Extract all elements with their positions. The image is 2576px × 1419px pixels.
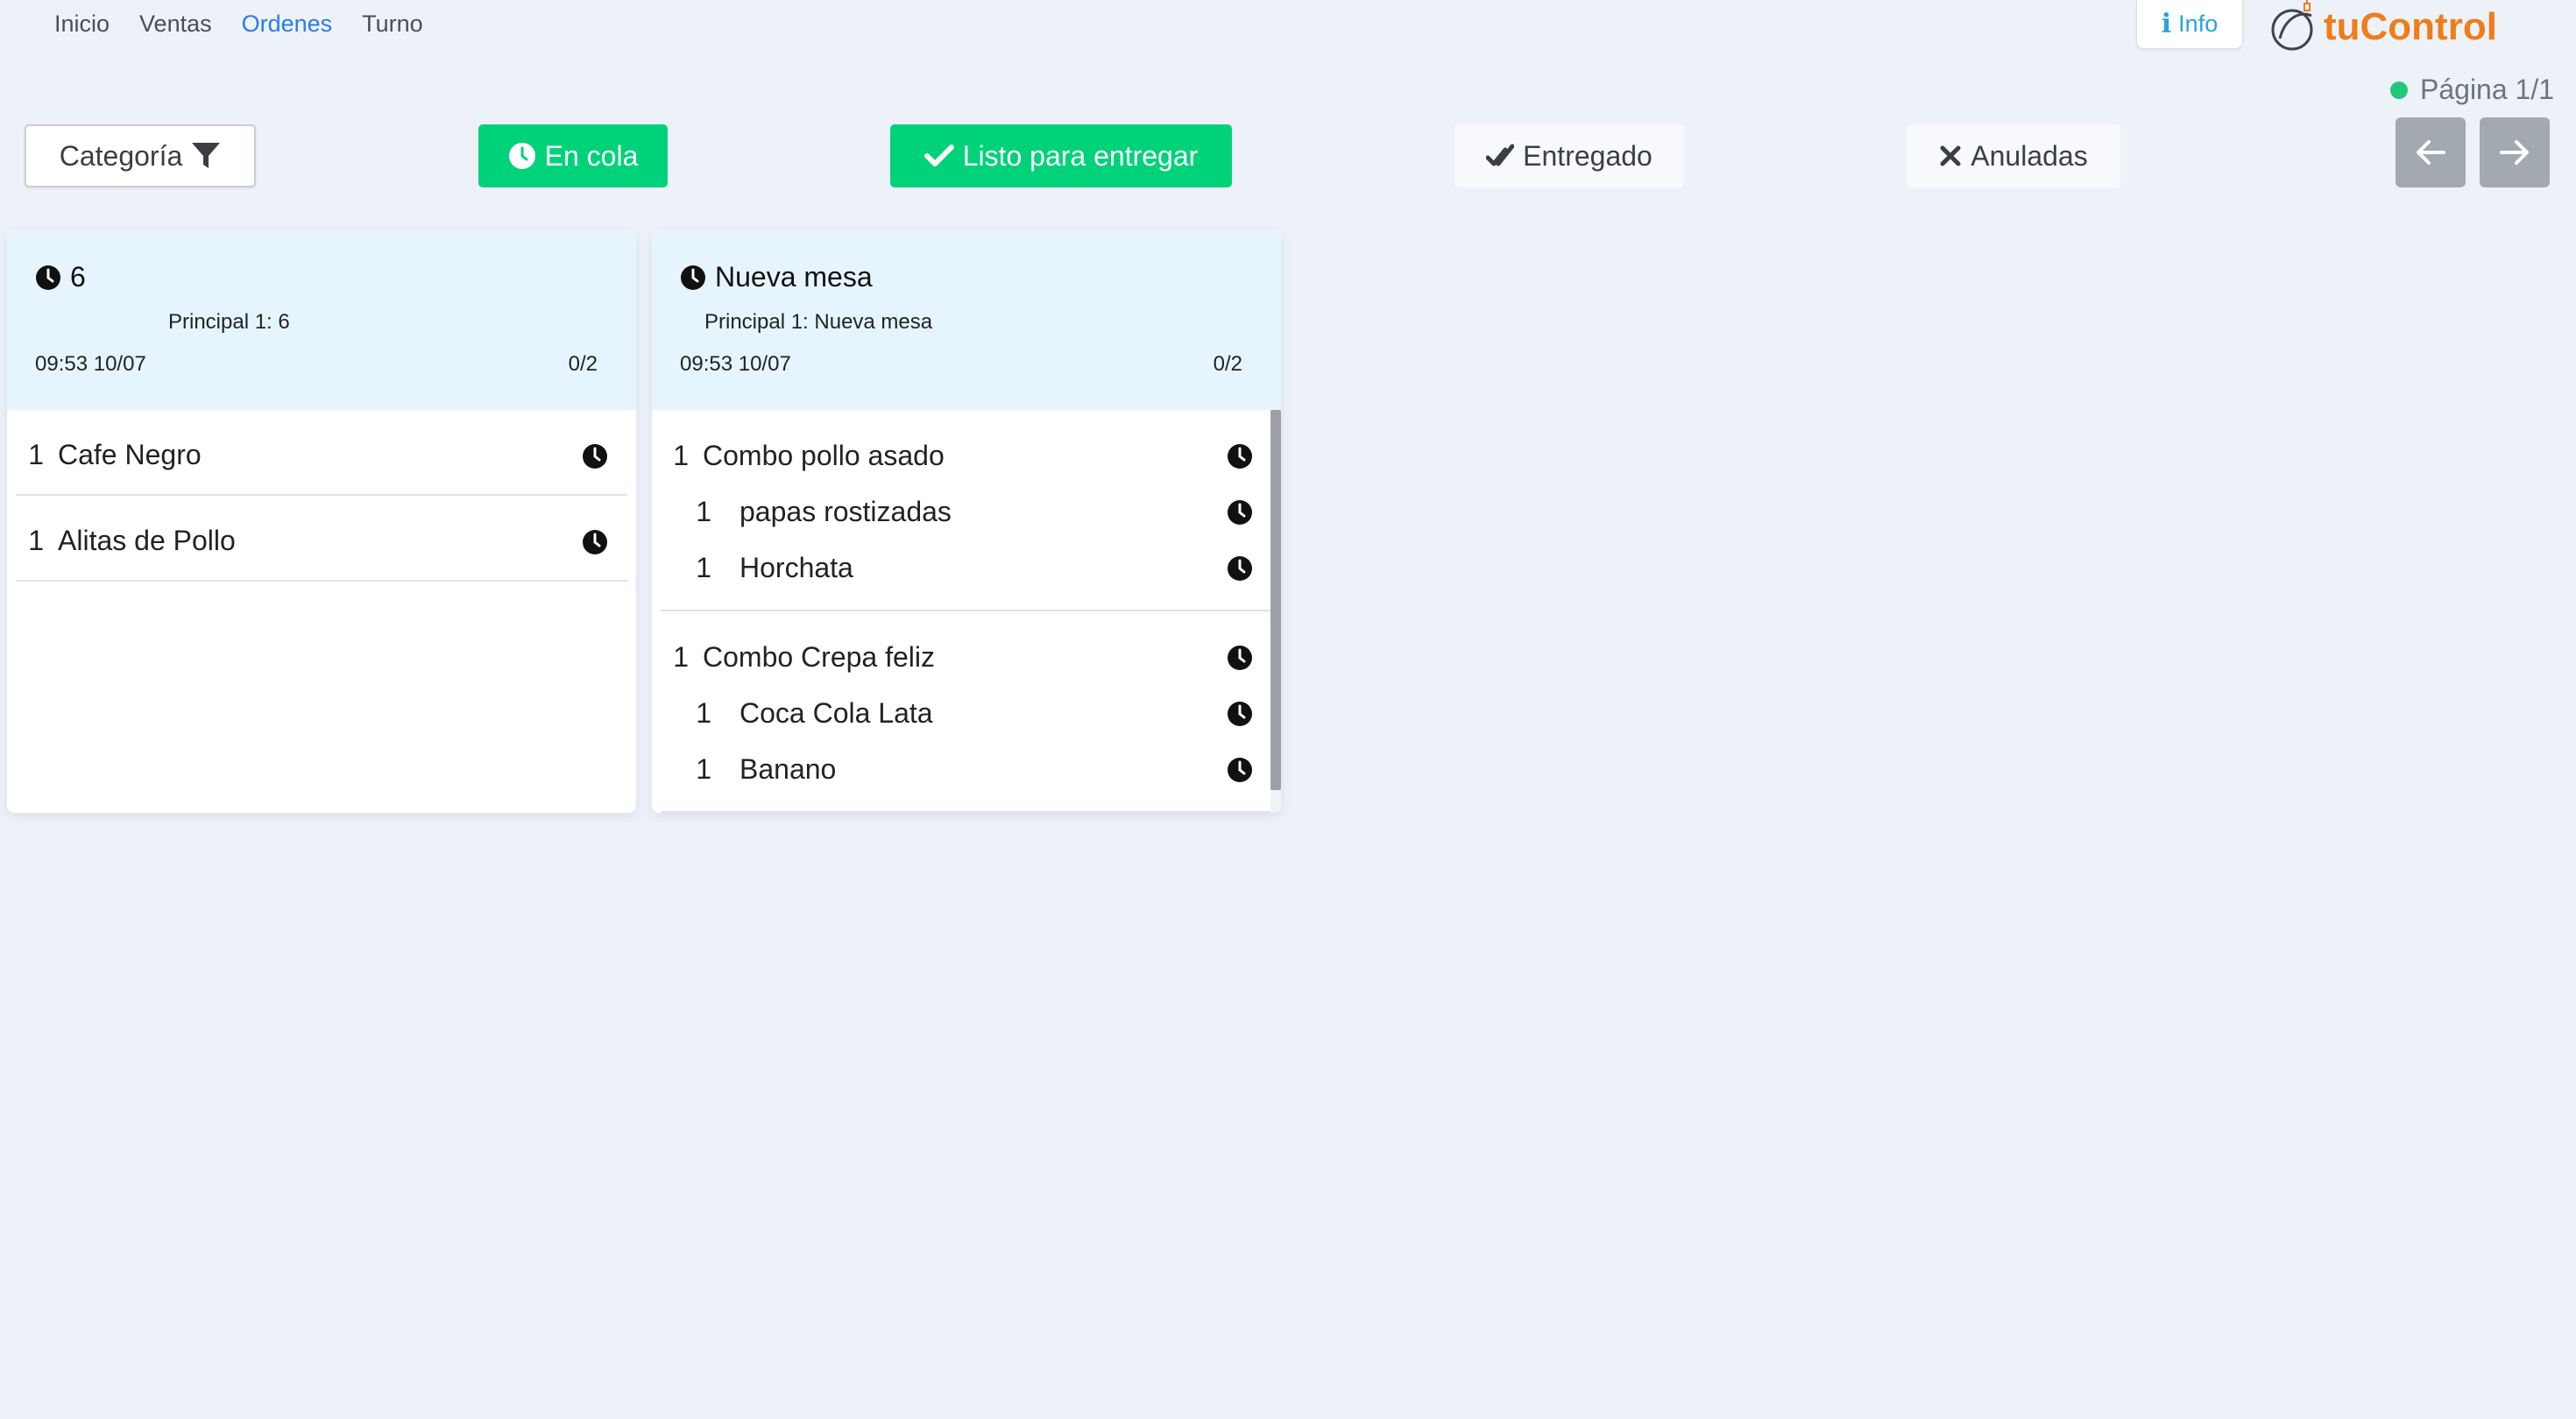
info-icon: i: [2161, 9, 2172, 39]
order-time: 09:53 10/07: [35, 352, 146, 376]
item-group: 1 Combo pollo asado 1 papas rostizadas 1…: [661, 410, 1272, 611]
logo: tuControl: [2266, 0, 2520, 54]
info-label: Info: [2178, 11, 2219, 37]
item-group: 1 Alitas de Pollo: [16, 496, 627, 582]
order-subitem[interactable]: 1 Coca Cola Lata: [661, 685, 1272, 741]
top-nav: Inicio Ventas Ordenes Turno: [54, 9, 423, 39]
order-item[interactable]: 1 Cafe Negro: [16, 427, 627, 482]
order-progress: 0/2: [568, 352, 598, 376]
item-name: Cafe Negro: [58, 438, 202, 470]
order-title: 6: [35, 261, 86, 293]
order-item[interactable]: 1 Combo Crepa feliz: [661, 629, 1272, 685]
logo-text: tuControl: [2324, 5, 2497, 48]
logo-mark-icon: [2271, 0, 2313, 51]
voided-tab-button[interactable]: Anuladas: [1907, 124, 2120, 187]
order-title-text: Nueva mesa: [715, 261, 873, 293]
status-dot: [2390, 81, 2408, 99]
ready-tab-button[interactable]: Listo para entregar: [890, 124, 1232, 187]
clock-icon: [583, 444, 607, 469]
order-subtitle: Principal 1: 6: [168, 310, 290, 334]
order-title-text: 6: [70, 261, 86, 293]
page-label: Página 1/1: [2420, 74, 2555, 105]
item-name: Banano: [740, 752, 837, 785]
double-check-icon: [1486, 144, 1515, 166]
item-name: Alitas de Pollo: [58, 524, 236, 556]
item-qty: 1: [28, 524, 44, 556]
item-qty: 1: [696, 551, 711, 583]
order-card-header: 6 Principal 1: 6 09:53 10/07 0/2: [7, 229, 636, 410]
nav-inicio[interactable]: Inicio: [54, 9, 110, 39]
queue-tab-button[interactable]: En cola: [478, 124, 668, 187]
item-qty: 1: [673, 439, 689, 471]
item-name: Horchata: [740, 551, 853, 583]
item-name: Coca Cola Lata: [740, 696, 933, 729]
voided-label: Anuladas: [1971, 139, 2088, 172]
order-time: 09:53 10/07: [680, 352, 791, 376]
prev-page-button[interactable]: [2396, 117, 2466, 187]
close-icon: [1940, 145, 1961, 166]
item-group: 1 Combo Crepa feliz 1 Coca Cola Lata 1 B…: [661, 611, 1272, 813]
delivered-tab-button[interactable]: Entregado: [1454, 124, 1684, 187]
item-group: 1 Cafe Negro: [16, 410, 627, 496]
order-subitem[interactable]: 1 Banano: [661, 741, 1272, 797]
item-qty: 1: [696, 752, 711, 785]
clock-icon: [1228, 646, 1252, 670]
queue-label: En cola: [544, 139, 639, 172]
clock-icon: [36, 265, 60, 290]
item-name: papas rostizadas: [740, 495, 952, 527]
page-indicator: Página 1/1: [2390, 74, 2554, 106]
nav-ordenes[interactable]: Ordenes: [242, 9, 333, 39]
order-items: 1 Combo pollo asado 1 papas rostizadas 1…: [652, 410, 1281, 813]
clock-icon: [583, 530, 607, 554]
delivered-label: Entregado: [1523, 139, 1652, 172]
order-item[interactable]: 1 Combo pollo asado: [661, 427, 1272, 484]
category-filter-button[interactable]: Categoría: [25, 124, 256, 187]
next-page-button[interactable]: [2480, 117, 2550, 187]
arrow-right-icon: [2500, 140, 2529, 165]
order-card[interactable]: 6 Principal 1: 6 09:53 10/07 0/2 1 Cafe …: [7, 229, 636, 813]
order-subitem[interactable]: 1 Horchata: [661, 540, 1272, 596]
order-item[interactable]: 1 Alitas de Pollo: [16, 513, 627, 568]
item-name: Combo pollo asado: [703, 439, 945, 471]
check-icon: [924, 145, 954, 166]
clock-icon: [508, 143, 535, 169]
nav-ventas[interactable]: Ventas: [139, 9, 212, 39]
order-items: 1 Cafe Negro 1 Alitas de Pollo: [7, 410, 636, 582]
order-subitem[interactable]: 1 papas rostizadas: [661, 484, 1272, 540]
info-button[interactable]: i Info: [2136, 0, 2243, 49]
filter-icon: [192, 143, 221, 168]
order-card[interactable]: Nueva mesa Principal 1: Nueva mesa 09:53…: [652, 229, 1281, 813]
category-label: Categoría: [59, 139, 183, 172]
order-subtitle: Principal 1: Nueva mesa: [704, 310, 933, 334]
arrow-left-icon: [2417, 140, 2445, 165]
order-progress: 0/2: [1213, 352, 1242, 376]
item-qty: 1: [673, 640, 689, 673]
ready-label: Listo para entregar: [962, 139, 1199, 172]
clock-icon: [1228, 500, 1252, 525]
app-root: Inicio Ventas Ordenes Turno i Info tuCon…: [0, 0, 2576, 1419]
clock-icon: [1228, 758, 1252, 782]
item-qty: 1: [28, 438, 44, 470]
clock-icon: [681, 265, 705, 290]
clock-icon: [1228, 702, 1252, 726]
nav-turno[interactable]: Turno: [362, 9, 423, 39]
order-title: Nueva mesa: [680, 261, 873, 293]
order-card-header: Nueva mesa Principal 1: Nueva mesa 09:53…: [652, 229, 1281, 410]
card-scrollbar-thumb[interactable]: [1270, 410, 1281, 790]
item-qty: 1: [696, 696, 711, 729]
clock-icon: [1228, 444, 1252, 469]
clock-icon: [1228, 556, 1252, 581]
item-qty: 1: [696, 495, 711, 527]
item-name: Combo Crepa feliz: [703, 640, 935, 673]
